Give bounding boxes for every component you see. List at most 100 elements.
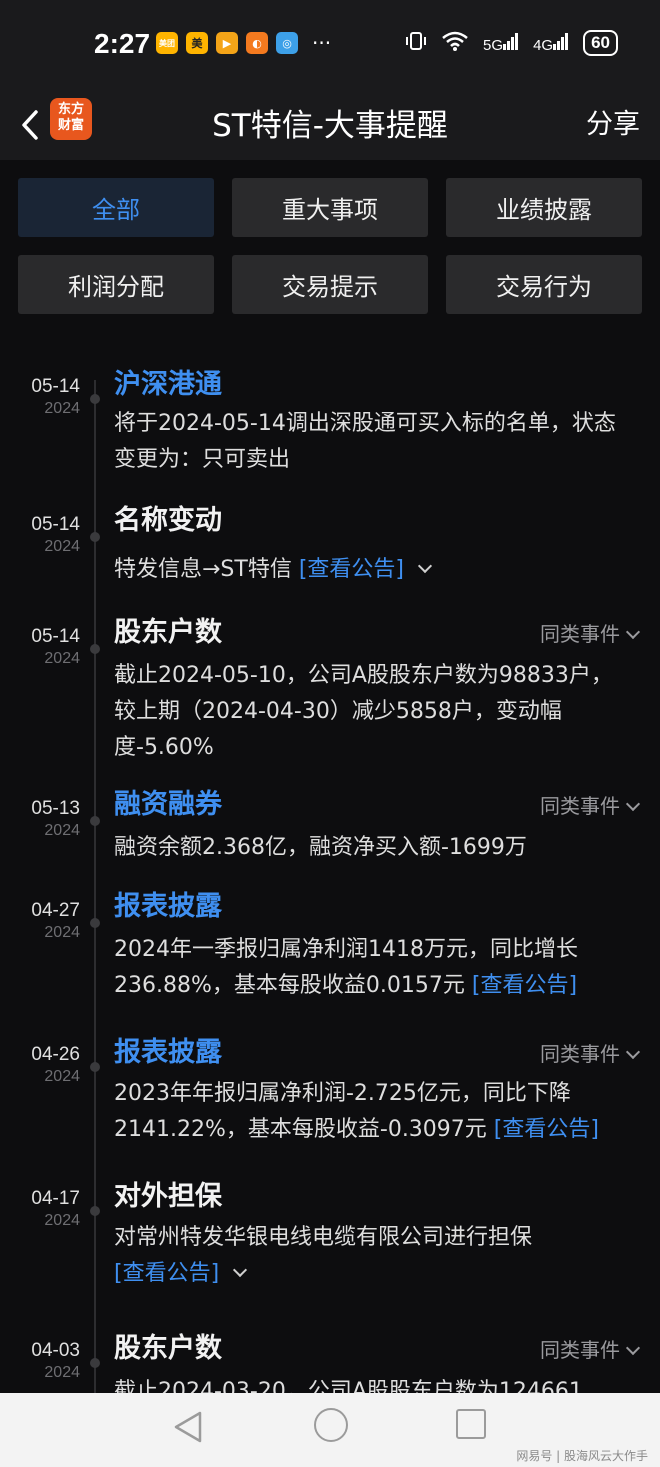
event-title: 对外担保 [114, 1181, 222, 1212]
event-desc-text: 融资余额2.368亿，融资净买入额-1699万 [114, 835, 527, 860]
signal-4g-icon: 4G [533, 32, 569, 54]
event-month-day: 04-03 [31, 1340, 80, 1361]
timeline-dot [90, 532, 100, 542]
similar-events-button[interactable]: 同类事件 [540, 618, 641, 647]
timeline-dot [90, 1206, 100, 1216]
event-date: 04-17 2024 [18, 1188, 80, 1230]
event-desc-text: 截止2024-05-10，公司A股股东户数为98833户，较上期（2024-04… [114, 663, 613, 760]
timeline-dot [90, 816, 100, 826]
timeline-dot [90, 918, 100, 928]
net-4g-label: 4G [533, 37, 554, 54]
event-year: 2024 [44, 400, 80, 417]
filter-earnings[interactable]: 业绩披露 [446, 178, 642, 237]
event-title: 股东户数 [114, 1333, 222, 1364]
event-desc-text: 特发信息→ST特信 [114, 557, 299, 582]
expand-chevron-icon[interactable] [417, 558, 433, 574]
net-5g-label: 5G [483, 37, 504, 54]
nav-home-button[interactable] [314, 1408, 348, 1442]
watermark: 网易号 | 股海风云大作手 [516, 1449, 648, 1463]
event-month-day: 05-14 [31, 514, 80, 535]
filter-all[interactable]: 全部 [18, 178, 214, 237]
event-desc-text: 将于2024-05-14调出深股通可买入标的名单，状态变更为：只可卖出 [114, 411, 616, 472]
filter-dividends[interactable]: 利润分配 [18, 255, 214, 314]
event-date: 05-13 2024 [18, 798, 80, 840]
event-date: 05-14 2024 [18, 514, 80, 556]
event-description: 特发信息→ST特信 [查看公告] [114, 552, 634, 588]
similar-events-label: 同类事件 [540, 622, 620, 646]
triangle-back-icon [174, 1411, 202, 1443]
nav-back-button[interactable] [172, 1410, 204, 1448]
notification-icons: 美团 美 ▶ ◐ ◎ ··· [156, 32, 331, 54]
event-month-day: 04-26 [31, 1044, 80, 1065]
browser-app-icon: ◎ [276, 32, 298, 54]
chevron-down-icon [625, 624, 641, 640]
event-year: 2024 [44, 1068, 80, 1085]
event-title[interactable]: 报表披露 [114, 884, 222, 923]
event-title[interactable]: 报表披露 [114, 1030, 222, 1069]
event-date: 05-14 2024 [18, 376, 80, 418]
chevron-down-icon [625, 796, 641, 812]
vibrate-icon [405, 30, 427, 56]
game-app-icon: ◐ [246, 32, 268, 54]
similar-events-label: 同类事件 [540, 1338, 620, 1362]
nav-recents-button[interactable] [456, 1409, 486, 1439]
event-year: 2024 [44, 1212, 80, 1229]
similar-events-button[interactable]: 同类事件 [540, 790, 641, 819]
signal-5g-icon: 5G [483, 32, 519, 54]
timeline-dot [90, 1358, 100, 1368]
similar-events-button[interactable]: 同类事件 [540, 1038, 641, 1067]
event-date: 04-27 2024 [18, 900, 80, 942]
view-announcement-link[interactable]: [查看公告] [114, 1261, 219, 1286]
event-year: 2024 [44, 822, 80, 839]
event-year: 2024 [44, 538, 80, 555]
event-title: 股东户数 [114, 617, 222, 648]
chevron-down-icon [625, 1340, 641, 1356]
status-time: 2:27 [94, 28, 151, 59]
battery-icon: 60 [583, 30, 618, 56]
similar-events-button[interactable]: 同类事件 [540, 1334, 641, 1363]
event-description: 2024年一季报归属净利润1418万元，同比增长236.88%，基本每股收益0.… [114, 932, 634, 1004]
view-announcement-link[interactable]: [查看公告] [472, 973, 577, 998]
similar-events-label: 同类事件 [540, 1042, 620, 1066]
event-year: 2024 [44, 1364, 80, 1381]
event-year: 2024 [44, 924, 80, 941]
event-title: 名称变动 [114, 505, 222, 536]
event-filter-grid: 全部 重大事项 业绩披露 利润分配 交易提示 交易行为 [18, 178, 642, 314]
meituan-app-icon: 美团 [156, 32, 178, 54]
event-description: 对常州特发华银电线电缆有限公司进行担保 [查看公告] [114, 1220, 634, 1292]
system-nav-bar: 网易号 | 股海风云大作手 [0, 1393, 660, 1467]
event-description: 2023年年报归属净利润-2.725亿元，同比下降2141.22%，基本每股收益… [114, 1076, 634, 1148]
system-indicators: 5G 4G 60 [405, 30, 618, 56]
filter-trading-tips[interactable]: 交易提示 [232, 255, 428, 314]
timeline-dot [90, 394, 100, 404]
expand-chevron-icon[interactable] [233, 1262, 248, 1278]
event-description: 将于2024-05-14调出深股通可买入标的名单，状态变更为：只可卖出 [114, 406, 634, 478]
similar-events-label: 同类事件 [540, 794, 620, 818]
share-button[interactable]: 分享 [586, 102, 640, 141]
more-notifications-icon: ··· [312, 31, 332, 55]
event-description: 截止2024-05-10，公司A股股东户数为98833户，较上期（2024-04… [114, 658, 634, 766]
event-month-day: 04-17 [31, 1188, 80, 1209]
page-title: ST特信-大事提醒 [212, 108, 448, 144]
view-announcement-link[interactable]: [查看公告] [494, 1117, 599, 1142]
event-date: 05-14 2024 [18, 626, 80, 668]
timeline-dot [90, 1062, 100, 1072]
event-month-day: 05-14 [31, 626, 80, 647]
filter-major-items[interactable]: 重大事项 [232, 178, 428, 237]
event-title[interactable]: 融资融券 [114, 782, 222, 821]
top-header: 东方 财富 ST特信-大事提醒 分享 [0, 90, 660, 160]
event-month-day: 05-14 [31, 376, 80, 397]
meituan-alt-app-icon: 美 [186, 32, 208, 54]
event-date: 04-26 2024 [18, 1044, 80, 1086]
status-bar: 2:27 美团 美 ▶ ◐ ◎ ··· 5G 4G 60 [0, 0, 660, 90]
event-desc-text: 对常州特发华银电线电缆有限公司进行担保 [114, 1225, 533, 1250]
event-date: 04-03 2024 [18, 1340, 80, 1382]
event-month-day: 04-27 [31, 900, 80, 921]
view-announcement-link[interactable]: [查看公告] [299, 557, 404, 582]
event-title[interactable]: 沪深港通 [114, 362, 222, 401]
event-year: 2024 [44, 650, 80, 667]
video-app-icon: ▶ [216, 32, 238, 54]
timeline-dot [90, 644, 100, 654]
wifi-icon [441, 30, 469, 56]
filter-trading-behavior[interactable]: 交易行为 [446, 255, 642, 314]
